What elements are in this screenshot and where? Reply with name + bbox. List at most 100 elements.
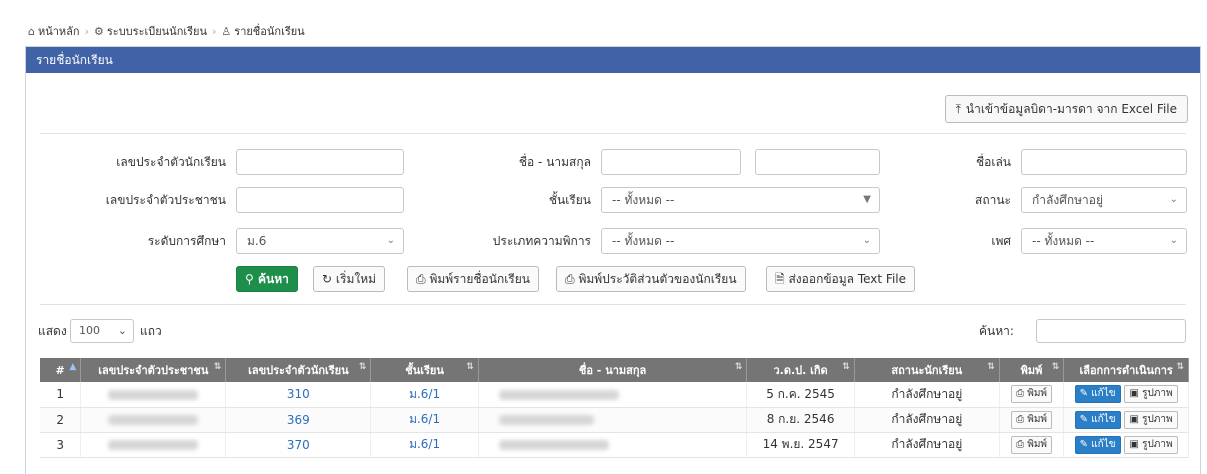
gender-label: เพศ [991,234,1011,248]
breadcrumb-section[interactable]: ระบบระเบียนนักเรียน [107,22,207,40]
student-id-link[interactable]: 310 [225,382,372,408]
actions-cell: ✎ แก้ไข ▣ รูปภาพ [1063,432,1189,458]
search-button[interactable]: ⚲ ค้นหา [236,266,298,292]
level-select-value: ม.6 [247,234,267,248]
col-dob[interactable]: ว.ด.ป. เกิด ⇅ [746,358,855,382]
print-cell: ⎙ พิมพ์ [999,382,1065,408]
actions-cell: ✎ แก้ไข ▣ รูปภาพ [1063,382,1189,408]
breadcrumb-current: รายชื่อนักเรียน [234,25,305,38]
import-excel-label: นำเข้าข้อมูลบิดา-มารดา จาก Excel File [965,102,1177,116]
dob-cell: 8 ก.ย. 2546 [746,407,855,433]
user-icon: ♙ [221,24,232,38]
reset-button[interactable]: ↻ เริ่มใหม่ [313,266,386,292]
search-icon: ⚲ [245,272,254,286]
col-status[interactable]: สถานะนักเรียน ⇅ [854,358,1000,382]
refresh-icon: ↻ [322,272,333,286]
redacted-text [498,389,619,400]
name-redacted [478,382,748,408]
col-print[interactable]: พิมพ์ ⇅ [999,358,1065,382]
sort-icon: ⇅ [213,362,222,372]
row-print-button[interactable]: ⎙ พิมพ์ [1011,410,1053,429]
status-cell: กำลังศึกษาอยู่ [854,382,1000,408]
upload-icon: ⤒ [955,102,961,116]
redacted-text [498,415,594,425]
level-select[interactable]: ม.6 ⌄ [236,228,404,254]
export-text-label: ส่งออกข้อมูล Text File [788,272,906,286]
sort-icon: ⇅ [1176,362,1184,372]
gender-select[interactable]: -- ทั้งหมด -- ⌄ [1021,228,1187,254]
divider [40,304,1186,305]
class-link[interactable]: ม.6/1 [370,407,479,433]
citizen-id-label: เลขประจำตัวประชาชน [105,193,226,207]
sort-icon: ⇅ [466,362,474,372]
page-size-value: 100 [79,324,100,337]
student-id-label: เลขประจำตัวนักเรียน [116,155,226,169]
chevron-down-icon: ⌄ [117,324,127,337]
panel-title: รายชื่อนักเรียน [26,47,1200,73]
disability-select-value: -- ทั้งหมด -- [612,234,675,248]
row-photo-button[interactable]: ▣ รูปภาพ [1124,435,1178,454]
name-label: ชื่อ - นามสกุล [518,155,591,169]
student-id-input[interactable] [236,149,404,175]
first-name-input[interactable] [601,149,741,175]
printer-icon: ⎙ [416,272,426,286]
citizen-id-redacted [80,432,227,458]
page-size-select[interactable]: 100 ⌄ [70,319,134,343]
student-id-link[interactable]: 370 [225,432,372,458]
class-label: ชั้นเรียน [548,193,591,207]
gears-icon: ⚙ [94,24,104,38]
status-cell: กำลังศึกษาอยู่ [854,407,1000,433]
col-student-id[interactable]: เลขประจำตัวนักเรียน ⇅ [225,358,372,382]
row-print-button[interactable]: ⎙ พิมพ์ [1011,385,1053,404]
row-number: 2 [40,407,82,433]
col-class[interactable]: ชั้นเรียน ⇅ [370,358,479,382]
row-photo-button[interactable]: ▣ รูปภาพ [1124,385,1178,404]
col-citizen-id[interactable]: เลขประจำตัวประชาชน ⇅ [80,358,227,382]
gender-select-value: -- ทั้งหมด -- [1032,234,1095,248]
disability-label: ประเภทความพิการ [492,234,591,248]
row-edit-button[interactable]: ✎ แก้ไข [1074,410,1121,429]
import-excel-button[interactable]: ⤒ นำเข้าข้อมูลบิดา-มารดา จาก Excel File [944,95,1188,123]
citizen-id-input[interactable] [236,187,404,213]
row-photo-button[interactable]: ▣ รูปภาพ [1124,410,1178,429]
col-name[interactable]: ชื่อ - นามสกุล ⇅ [478,358,748,382]
status-select[interactable]: กำลังศึกษาอยู่ ⌄ [1021,187,1187,213]
last-name-input[interactable] [755,149,880,175]
row-edit-button[interactable]: ✎ แก้ไข [1074,435,1121,454]
rows-label: แถว [140,324,162,338]
breadcrumb-home[interactable]: หน้าหลัก [38,22,80,40]
print-profile-button[interactable]: ⎙ พิมพ์ประวัติส่วนตัวของนักเรียน [556,266,746,292]
chevron-down-icon: ⌄ [862,235,871,246]
class-select[interactable]: -- ทั้งหมด -- ▼ [601,187,880,213]
print-list-button[interactable]: ⎙ พิมพ์รายชื่อนักเรียน [407,266,539,292]
table-search-input[interactable] [1036,319,1186,343]
col-no[interactable]: # ▲ [40,358,82,382]
print-list-label: พิมพ์รายชื่อนักเรียน [429,272,530,286]
row-print-button[interactable]: ⎙ พิมพ์ [1011,435,1053,454]
nickname-input[interactable] [1021,149,1187,175]
chevron-down-icon: ⌄ [1169,235,1178,246]
export-text-button[interactable]: 🗎 ส่งออกข้อมูล Text File [766,266,915,292]
breadcrumb-separator: › [212,24,217,38]
sort-icon: ⇅ [734,362,743,372]
student-list-panel: รายชื่อนักเรียน ⤒ นำเข้าข้อมูลบิดา-มารดา… [25,46,1201,474]
show-label: แสดง [38,324,67,338]
table-header-row: # ▲ เลขประจำตัวประชาชน ⇅ เลขประจำตัวนักเรี… [40,358,1189,382]
chevron-down-icon: ⌄ [386,235,395,246]
breadcrumb: ⌂ หน้าหลัก › ⚙ ระบบระเบียนนักเรียน › ♙ ร… [28,22,305,40]
sort-icon: ⇅ [842,362,850,372]
class-link[interactable]: ม.6/1 [370,432,479,458]
status-select-value: กำลังศึกษาอยู่ [1032,193,1103,207]
redacted-text [108,415,199,425]
col-actions[interactable]: เลือกการดำเนินการ ⇅ [1063,358,1189,382]
home-icon: ⌂ [28,24,35,38]
dob-cell: 14 พ.ย. 2547 [746,432,855,458]
file-icon: 🗎 [775,272,785,286]
student-id-link[interactable]: 369 [225,407,372,433]
dob-cell: 5 ก.ค. 2545 [746,382,855,408]
row-edit-button[interactable]: ✎ แก้ไข [1074,385,1121,404]
class-link[interactable]: ม.6/1 [370,382,479,408]
table-row: 1 310 ม.6/1 5 ก.ค. 2545 กำลังศึกษาอยู่ ⎙… [40,382,1189,408]
disability-select[interactable]: -- ทั้งหมด -- ⌄ [601,228,880,254]
class-select-value: -- ทั้งหมด -- [612,193,675,207]
